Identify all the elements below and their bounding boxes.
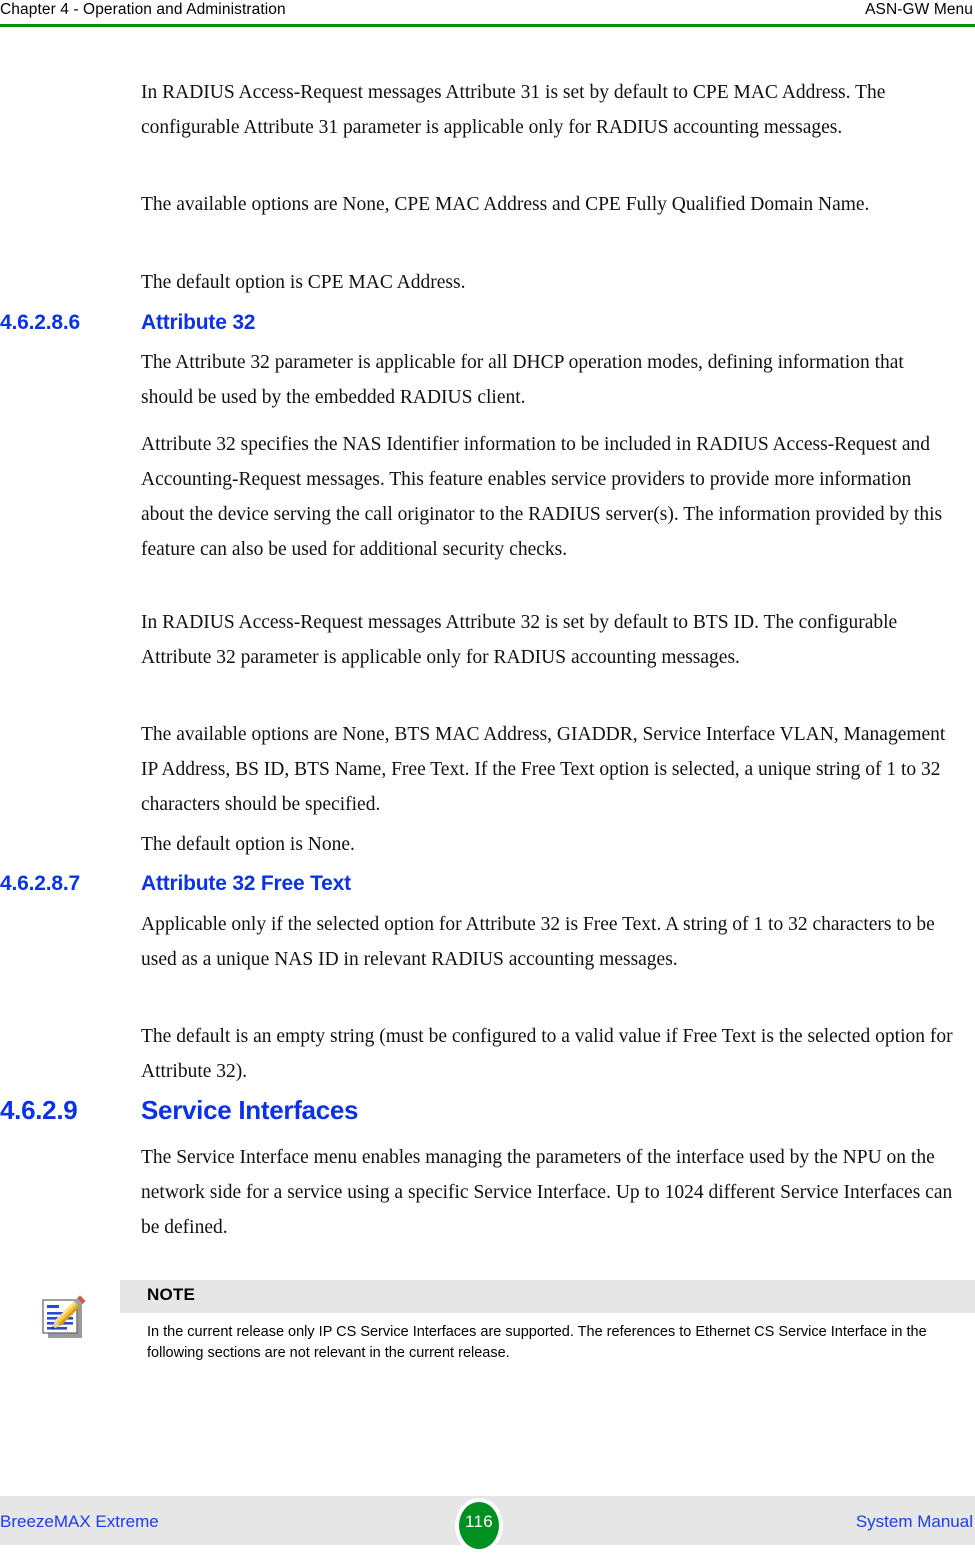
section-number: 4.6.2.9 <box>0 1095 78 1125</box>
paragraph: Applicable only if the selected option f… <box>141 907 959 977</box>
page-header: Chapter 4 - Operation and Administration… <box>0 0 975 27</box>
paragraph: The available options are None, BTS MAC … <box>141 717 959 822</box>
paragraph-text: Applicable only if the selected option f… <box>141 914 935 970</box>
note-title: NOTE <box>147 1285 196 1304</box>
header-chapter-title: Chapter 4 - Operation and Administration <box>0 1 286 18</box>
section-number: 4.6.2.8.7 <box>0 872 80 895</box>
paragraph: Attribute 32 specifies the NAS Identifie… <box>141 427 959 567</box>
paragraph: The available options are None, CPE MAC … <box>141 187 959 222</box>
section-title: Service Interfaces <box>141 1095 359 1125</box>
footer-document-type: System Manual <box>855 1512 973 1531</box>
paragraph-text: The default is an empty string (must be … <box>141 1026 953 1082</box>
paragraph-text: The default option is None. <box>141 834 355 855</box>
page-footer: BreezeMAX Extreme 116 System Manual <box>0 1488 975 1553</box>
note-title-band <box>120 1280 975 1313</box>
header-section-title: ASN-GW Menu <box>865 1 973 18</box>
paragraph-text: Attribute 32 specifies the NAS Identifie… <box>141 434 943 560</box>
section-title: Attribute 32 <box>141 311 256 334</box>
paragraph: In RADIUS Access-Request messages Attrib… <box>141 605 959 675</box>
paragraph: The Service Interface menu enables manag… <box>141 1140 959 1245</box>
paragraph: The Attribute 32 parameter is applicable… <box>141 345 959 415</box>
paragraph-text: In RADIUS Access-Request messages Attrib… <box>141 612 898 668</box>
paragraph-text: In RADIUS Access-Request messages Attrib… <box>141 82 886 138</box>
paragraph-text: The available options are None, BTS MAC … <box>141 724 946 815</box>
notepad-pencil-icon <box>36 1288 90 1342</box>
note-body-text: In the current release only IP CS Servic… <box>147 1324 927 1361</box>
section-number: 4.6.2.8.6 <box>0 311 80 334</box>
footer-product-name: BreezeMAX Extreme <box>0 1512 159 1531</box>
section-title: Attribute 32 Free Text <box>141 872 351 895</box>
paragraph-text: The Service Interface menu enables manag… <box>141 1147 953 1238</box>
paragraph-text: The available options are None, CPE MAC … <box>141 194 870 215</box>
paragraph: The default option is CPE MAC Address. <box>141 265 959 300</box>
paragraph: In RADIUS Access-Request messages Attrib… <box>141 75 959 145</box>
header-divider-rule <box>0 24 975 27</box>
paragraph-text: The Attribute 32 parameter is applicable… <box>141 352 904 408</box>
page-number: 116 <box>464 1512 493 1531</box>
paragraph-text: The default option is CPE MAC Address. <box>141 272 466 293</box>
paragraph: The default option is None. <box>141 827 959 862</box>
paragraph: The default is an empty string (must be … <box>141 1019 959 1089</box>
